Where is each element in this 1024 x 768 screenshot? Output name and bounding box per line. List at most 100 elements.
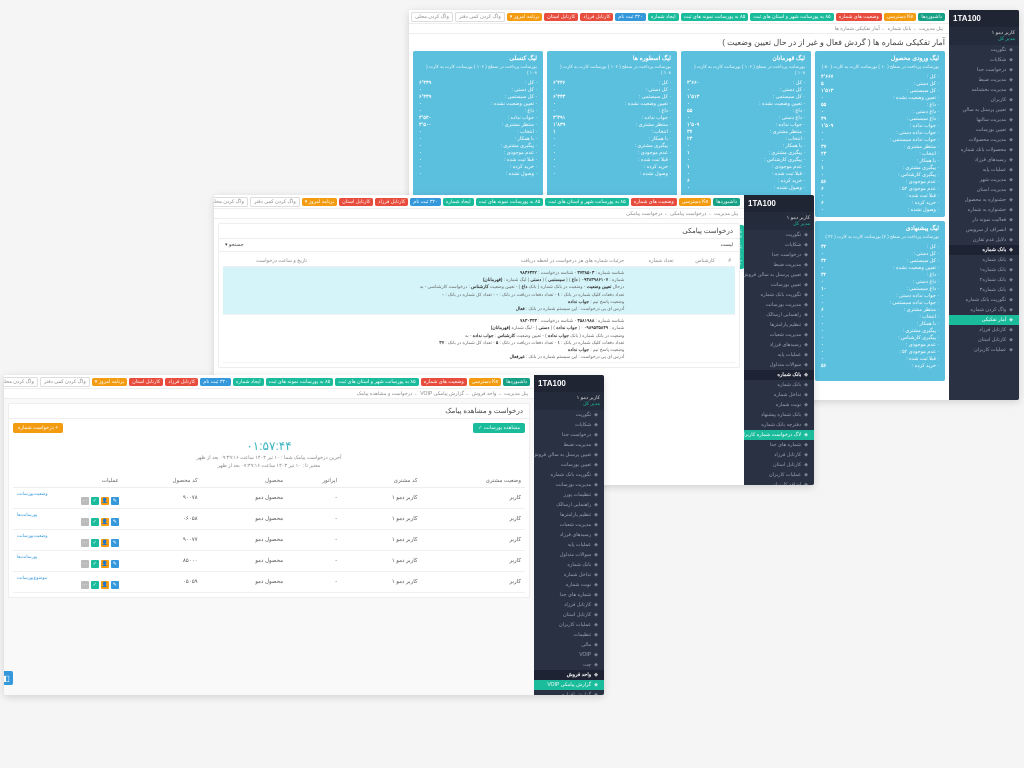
topbar-btn-3[interactable]: ۸۵ به پورسانت شهر و استان های ثبت xyxy=(545,198,628,206)
action-check-icon[interactable]: ✓ xyxy=(91,581,99,589)
sidebar-item-9[interactable]: ◆تنظیم پارامترها xyxy=(744,320,814,330)
sidebar-active[interactable]: ◆آمار تفکیکی xyxy=(949,315,1019,325)
search-toggle[interactable]: جستجو ▾ xyxy=(225,242,244,248)
sidebar-item-12[interactable]: ◆رسیدهای فرزاد xyxy=(534,530,604,540)
sidebar-bank-4[interactable]: ◆دفترچه بانک شماره xyxy=(744,420,814,430)
sidebar-bank-5[interactable]: ◆واگ کردن شماره xyxy=(949,305,1019,315)
sidebar-item-21[interactable]: ◆عملیات کاربران xyxy=(534,620,604,630)
sidebar-bank-2[interactable]: ◆بانک شماره۲ xyxy=(949,275,1019,285)
sidebar-item-2[interactable]: ◆درخواست جدا xyxy=(949,65,1019,75)
topbar-btn-5[interactable]: ایجاد شماره xyxy=(443,198,474,206)
action-edit-icon[interactable]: ✎ xyxy=(111,560,119,568)
request-number-button[interactable]: + درخواست شماره xyxy=(13,423,63,433)
sidebar-item-11[interactable]: ◆مديريت شعبات xyxy=(534,520,604,530)
sidebar-bank-1[interactable]: ◆تداخل شماره xyxy=(744,390,814,400)
topbar-btn-4[interactable]: ۸۵ به پورسانت نمونه های ثبت xyxy=(266,378,334,386)
topbar-btn-7[interactable]: کارتابل فرزاد xyxy=(580,13,613,21)
sidebar-item-6[interactable]: ◆تعيين پرسنل به سالن xyxy=(949,105,1019,115)
topbar-btn-2[interactable]: وضعیت های شماره xyxy=(631,198,677,206)
table-row[interactable]: کاربر کاربر دمو ۱ - محصول دمو ۹۰۰۷۸ وضعی… xyxy=(13,488,525,509)
topbar-btn-1[interactable]: Ke دسترسی xyxy=(469,378,502,386)
topbar-left-0[interactable]: برنامه امروز ▾ xyxy=(302,198,337,206)
action-user-icon[interactable]: 👤 xyxy=(101,581,109,589)
sidebar-bank-1[interactable]: ◆بانک شماره۱ xyxy=(949,265,1019,275)
topbar-left-1[interactable]: واگ کردن کمی دفتر xyxy=(455,12,505,22)
action-edit-icon[interactable]: ✎ xyxy=(111,581,119,589)
topbar-btn-2[interactable]: وضعیت های شماره xyxy=(836,13,882,21)
sidebar-item-2[interactable]: ◆درخواست جدا xyxy=(534,430,604,440)
table-row[interactable]: کاربر کاربر دمو ۱ - محصول دمو ۹۰۰۷۷ وضعی… xyxy=(13,530,525,551)
table-row[interactable]: شناسه شماره : ۳۷۳۸۵۰۳ - شناسه درخواست : … xyxy=(223,267,735,315)
sidebar-item-9[interactable]: ◆راهنمایی ارسالک xyxy=(534,500,604,510)
table-row[interactable]: کاربر کاربر دمو ۱ - محصول دمو ۸۵۰۰۰ پورس… xyxy=(13,551,525,572)
action-more-icon[interactable]: ⋯ xyxy=(81,518,89,526)
topbar-left-1[interactable]: واگ کردن کمی دفتر xyxy=(250,197,300,207)
sidebar-item-8[interactable]: ◆تعيين بورسانت xyxy=(949,125,1019,135)
sidebar-active[interactable]: ◆گزارش پیامکی VOIP xyxy=(534,680,604,690)
topbar-btn-6[interactable]: ۳۲۰ ثبت نام xyxy=(615,13,646,21)
sidebar-item-1[interactable]: ◆شكايات xyxy=(534,420,604,430)
action-more-icon[interactable]: ⋯ xyxy=(81,497,89,505)
sidebar-item-17[interactable]: ◆فعاليت نمونه دار xyxy=(949,215,1019,225)
sidebar-item-7[interactable]: ◆مديريت سالنها xyxy=(949,115,1019,125)
sidebar-rest-4[interactable]: ◆اضافه کاربران xyxy=(744,480,814,485)
chat-popup-button[interactable]: ◧ xyxy=(4,671,13,685)
topbar-btn-0[interactable]: داشبوردها xyxy=(503,378,530,386)
sidebar-item-12[interactable]: ◆عملیات پایه xyxy=(744,350,814,360)
topbar-btn-0[interactable]: داشبوردها xyxy=(918,13,945,21)
topbar-btn-8[interactable]: کارتابل استان xyxy=(129,378,163,386)
sidebar-item-0[interactable]: ◆تگوریت xyxy=(949,45,1019,55)
sidebar-item-2[interactable]: ◆درخواست جدا xyxy=(744,250,814,260)
sidebar-item-13[interactable]: ◆مديريت شهر xyxy=(949,175,1019,185)
action-user-icon[interactable]: 👤 xyxy=(101,518,109,526)
action-edit-icon[interactable]: ✎ xyxy=(111,497,119,505)
sidebar-item-8[interactable]: ◆تنظیمات پورز xyxy=(534,490,604,500)
topbar-btn-0[interactable]: داشبوردها xyxy=(713,198,740,206)
sidebar-item-8[interactable]: ◆راهنمایی ارسالک xyxy=(744,310,814,320)
topbar-btn-5[interactable]: ایجاد شماره xyxy=(648,13,679,21)
topbar-left-0[interactable]: برنامه امروز ▾ xyxy=(507,13,542,21)
sidebar-item-25[interactable]: ◆چت xyxy=(534,660,604,670)
sidebar-item-11[interactable]: ◆رسیدهای فرزاد xyxy=(744,340,814,350)
sidebar-item-12[interactable]: ◆عملیات پایه xyxy=(949,165,1019,175)
sidebar-item-3[interactable]: ◆مديريت ضبط xyxy=(534,440,604,450)
topbar-btn-4[interactable]: ۸۵ به پورسانت نمونه های ثبت xyxy=(681,13,749,21)
topbar-btn-3[interactable]: ۸۵ به پورسانت شهر و استان های ثبت xyxy=(750,13,833,21)
sidebar-item-6[interactable]: ◆تگوریت بانک شماره xyxy=(744,290,814,300)
action-check-icon[interactable]: ✓ xyxy=(91,497,99,505)
topbar-left-2[interactable]: واگ کردن محلی xyxy=(411,12,453,22)
sidebar-rest-0[interactable]: ◆شماره های جدا xyxy=(744,440,814,450)
sidebar-item-19[interactable]: ◆دلایل عدم تقارن xyxy=(949,235,1019,245)
sidebar-item-5[interactable]: ◆كاربران xyxy=(949,95,1019,105)
sidebar-item-13[interactable]: ◆سوالات متداول xyxy=(744,360,814,370)
sidebar-item-23[interactable]: ◆مالی xyxy=(534,640,604,650)
sidebar-section-bank[interactable]: ◆بانک شماره xyxy=(949,245,1019,255)
sidebar-item-6[interactable]: ◆تگوریت بانک شماره xyxy=(534,470,604,480)
sidebar-bank-3[interactable]: ◆بانک شماره۳ xyxy=(949,285,1019,295)
action-check-icon[interactable]: ✓ xyxy=(91,518,99,526)
sidebar-item-15[interactable]: ◆جشنواره به محصول xyxy=(949,195,1019,205)
sidebar-bank-0[interactable]: ◆بانک شماره xyxy=(949,255,1019,265)
sidebar-item-4[interactable]: ◆تعيين پرسنل به سالن فروش xyxy=(744,270,814,280)
topbar-btn-7[interactable]: کارتابل فرزاد xyxy=(165,378,198,386)
topbar-btn-1[interactable]: Ke دسترسی xyxy=(679,198,712,206)
sidebar-item-11[interactable]: ◆رسیدهای فرزاد xyxy=(949,155,1019,165)
topbar-btn-7[interactable]: کارتابل فرزاد xyxy=(375,198,408,206)
action-more-icon[interactable]: ⋯ xyxy=(81,581,89,589)
list-label[interactable]: لیست xyxy=(721,242,733,248)
sidebar-item-0[interactable]: ◆تگوریت xyxy=(744,230,814,240)
topbar-btn-3[interactable]: ۸۵ به پورسانت شهر و استان های ثبت xyxy=(335,378,418,386)
sidebar-rest-0[interactable]: ◆گزارش افزارم xyxy=(534,690,604,695)
sidebar-item-14[interactable]: ◆مديريت استان xyxy=(949,185,1019,195)
topbar-btn-4[interactable]: ۸۵ به پورسانت نمونه های ثبت xyxy=(476,198,544,206)
sidebar-item-1[interactable]: ◆شكايات xyxy=(949,55,1019,65)
sidebar-section[interactable]: ◆واحد فروش xyxy=(534,670,604,680)
topbar-btn-5[interactable]: ایجاد شماره xyxy=(233,378,264,386)
sidebar-item-3[interactable]: ◆مديريت ضبط xyxy=(949,75,1019,85)
topbar-left-0[interactable]: برنامه امروز ▾ xyxy=(92,378,127,386)
topbar-left-1[interactable]: واگ کردن کمی دفتر xyxy=(40,377,90,387)
table-row[interactable]: کاربر کاربر دمو ۱ - محصول دمو ۰۶۰۵۸ پورس… xyxy=(13,509,525,530)
sidebar-item-15[interactable]: ◆بانک شماره xyxy=(534,560,604,570)
sidebar-rest-3[interactable]: ◆عملیات کاربران xyxy=(744,470,814,480)
sidebar-item-3[interactable]: ◆مديريت ضبط xyxy=(744,260,814,270)
